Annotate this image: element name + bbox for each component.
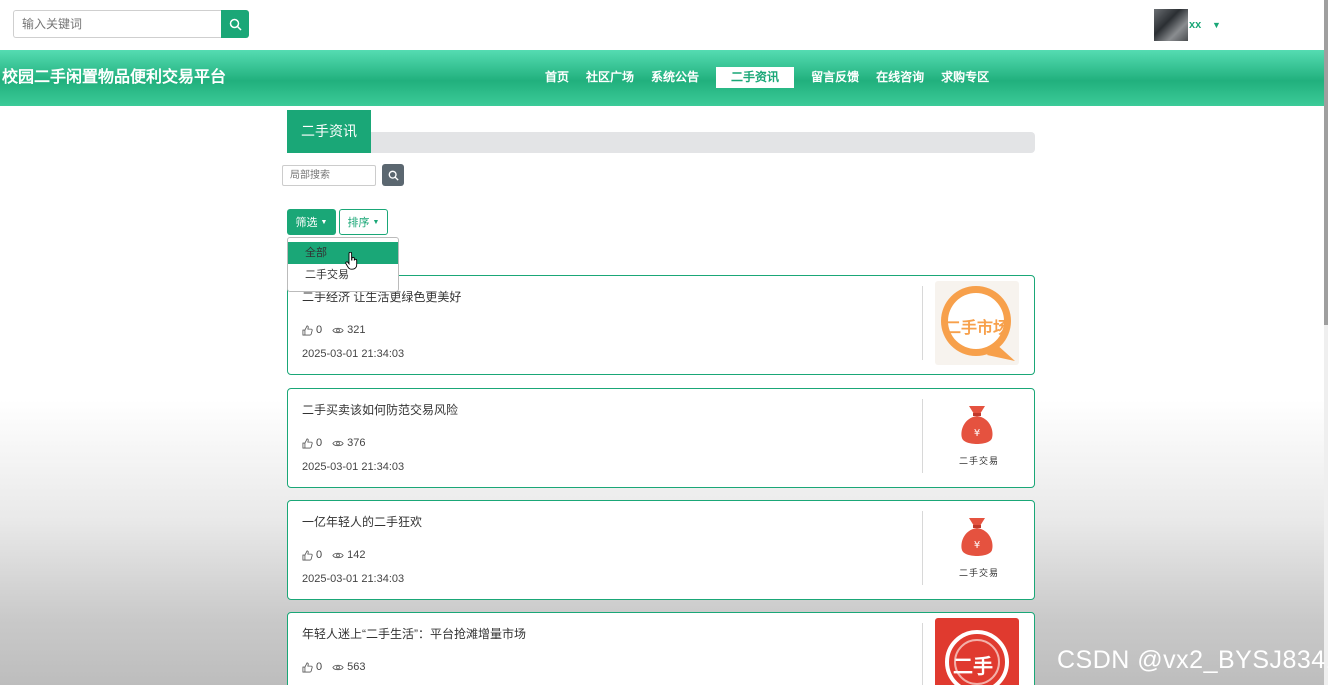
avatar[interactable] — [1154, 9, 1188, 41]
thumbs-up-icon — [302, 438, 313, 448]
nav-item-feedback[interactable]: 留言反馈 — [811, 67, 859, 88]
article-card[interactable]: 二手经济 让生活更绿色更美好 0 321 2025-03-01 21:34:03… — [287, 275, 1035, 375]
like-count: 0 — [316, 324, 323, 336]
search-icon — [388, 170, 399, 181]
watermark: CSDN @vx2_BYSJ8341 — [1057, 646, 1328, 674]
search-icon — [229, 18, 242, 31]
top-search-button[interactable] — [221, 10, 249, 38]
article-title[interactable]: 一亿年轻人的二手狂欢 — [302, 513, 422, 530]
thumbs-up-icon — [302, 662, 313, 672]
thumb-text: 二手交易 — [959, 456, 1000, 466]
article-card[interactable]: 一亿年轻人的二手狂欢 0 142 2025-03-01 21:34:03 ¥ 二… — [287, 500, 1035, 600]
thumbs-up-icon — [302, 550, 313, 560]
scrollbar-thumb[interactable] — [1324, 0, 1328, 325]
section-title: 二手资讯 — [287, 110, 371, 153]
sort-button[interactable]: 排序 ▼ — [339, 209, 388, 235]
view-count: 321 — [347, 324, 366, 336]
like-count: 0 — [316, 437, 323, 449]
article-thumbnail[interactable]: 二手市场 — [935, 281, 1019, 365]
local-search-button[interactable] — [382, 164, 404, 186]
thumb-text: 二手市场 — [945, 320, 1010, 337]
article-card[interactable]: 年轻人迷上“二手生活”：平台抢滩增量市场 0 563 二手 — [287, 612, 1035, 685]
card-divider — [922, 511, 923, 585]
nav-item-community[interactable]: 社区广场 — [586, 67, 634, 88]
svg-text:¥: ¥ — [974, 540, 980, 551]
nav-item-wanted[interactable]: 求购专区 — [941, 67, 989, 88]
caret-down-icon[interactable]: ▼ — [1212, 20, 1221, 30]
view-count: 142 — [347, 549, 366, 561]
filter-dropdown: 全部 二手交易 — [287, 237, 399, 292]
svg-text:¥: ¥ — [974, 428, 980, 439]
view-count: 376 — [347, 437, 366, 449]
article-thumbnail[interactable]: ¥ 二手交易 — [935, 506, 1019, 590]
article-stats: 0 321 — [302, 324, 365, 336]
article-title[interactable]: 年轻人迷上“二手生活”：平台抢滩增量市场 — [302, 625, 526, 642]
article-thumbnail[interactable]: ¥ 二手交易 — [935, 394, 1019, 478]
top-search-input[interactable] — [13, 10, 222, 38]
nav-item-news[interactable]: 二手资讯 — [716, 67, 795, 88]
username[interactable]: xx — [1189, 19, 1201, 31]
nav-item-home[interactable]: 首页 — [545, 67, 569, 88]
card-divider — [922, 399, 923, 473]
section-title-bar — [287, 132, 1035, 153]
eye-icon — [332, 440, 344, 446]
nav-item-consult[interactable]: 在线咨询 — [876, 67, 924, 88]
card-divider — [922, 623, 923, 685]
eye-icon — [332, 327, 344, 333]
article-title[interactable]: 二手买卖该如何防范交易风险 — [302, 401, 458, 418]
sort-label: 排序 — [347, 217, 370, 229]
site-title: 校园二手闲置物品便利交易平台 — [2, 69, 227, 86]
filter-label: 筛选 — [295, 217, 318, 229]
filter-button[interactable]: 筛选 ▼ — [287, 209, 336, 235]
nav-item-announcements[interactable]: 系统公告 — [651, 67, 699, 88]
thumb-text: 二手交易 — [959, 568, 1000, 578]
article-stats: 0 563 — [302, 661, 365, 673]
article-date: 2025-03-01 21:34:03 — [302, 573, 405, 585]
main-nav: 首页 社区广场 系统公告 二手资讯 留言反馈 在线咨询 求购专区 — [545, 67, 1006, 88]
thumbs-up-icon — [302, 325, 313, 335]
article-card[interactable]: 二手买卖该如何防范交易风险 0 376 2025-03-01 21:34:03 … — [287, 388, 1035, 488]
article-stats: 0 142 — [302, 549, 365, 561]
view-count: 563 — [347, 661, 366, 673]
eye-icon — [332, 664, 344, 670]
dropdown-item-all[interactable]: 全部 — [288, 242, 398, 264]
article-date: 2025-03-01 21:34:03 — [302, 461, 405, 473]
local-search-input[interactable] — [282, 165, 376, 186]
article-thumbnail[interactable]: 二手 — [935, 618, 1019, 685]
caret-down-icon: ▼ — [372, 218, 380, 226]
card-divider — [922, 286, 923, 360]
article-stats: 0 376 — [302, 437, 365, 449]
hand-cursor-icon — [345, 252, 358, 270]
thumb-text: 二手 — [953, 656, 993, 678]
article-date: 2025-03-01 21:34:03 — [302, 348, 405, 360]
dropdown-item-trade[interactable]: 二手交易 — [288, 264, 398, 286]
like-count: 0 — [316, 549, 323, 561]
like-count: 0 — [316, 661, 323, 673]
caret-down-icon: ▼ — [320, 218, 328, 226]
eye-icon — [332, 552, 344, 558]
